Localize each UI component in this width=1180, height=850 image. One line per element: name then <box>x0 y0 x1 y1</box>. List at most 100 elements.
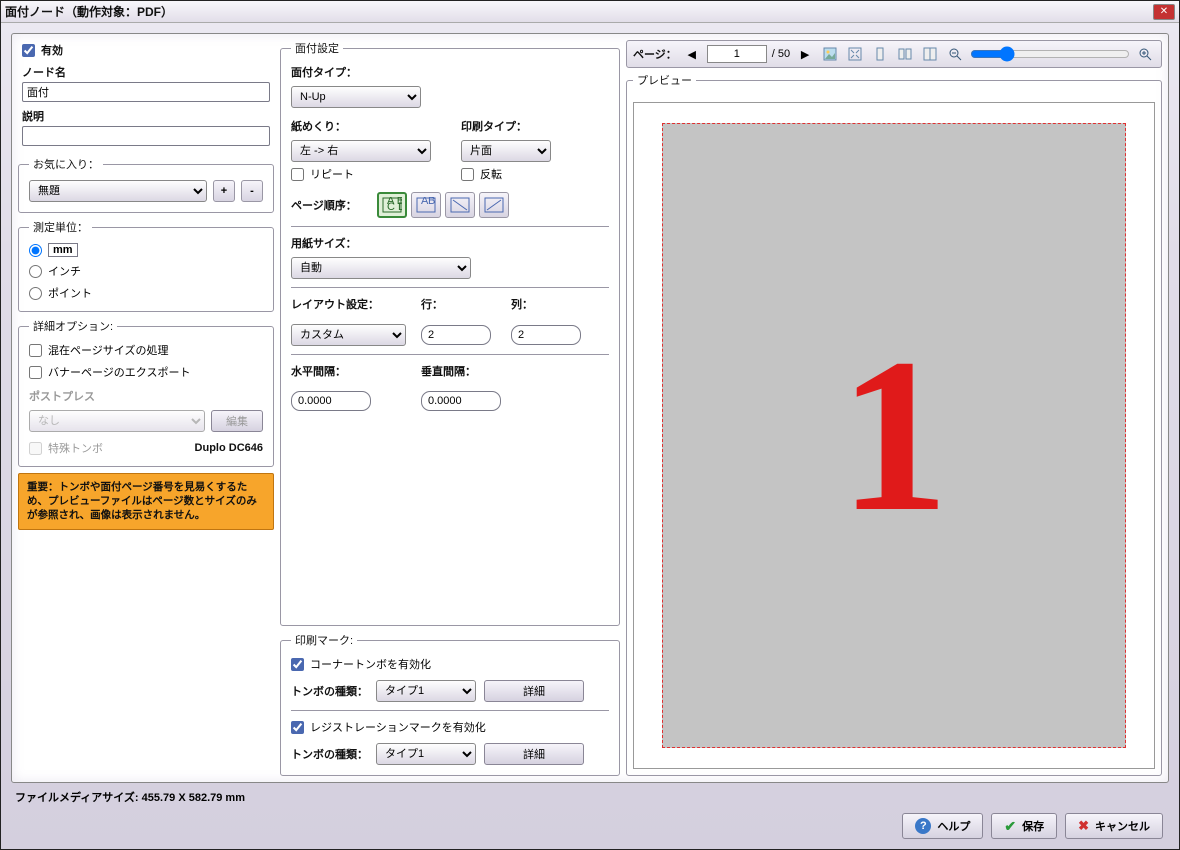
zoom-slider[interactable] <box>970 46 1130 62</box>
page-number-input[interactable] <box>707 45 767 63</box>
right-panel: ページ： ◀ / 50 ▶ プレビュー <box>626 40 1162 776</box>
corner-enable-checkbox[interactable] <box>291 658 304 671</box>
favorites-legend: お気に入り： <box>29 156 103 172</box>
page-total-label: / 50 <box>772 48 790 60</box>
save-button-label: 保存 <box>1022 818 1044 834</box>
node-name-label: ノード名 <box>22 64 270 80</box>
preview-page-number: 1 <box>839 309 949 562</box>
invert-label: 反転 <box>480 166 502 182</box>
dialog-window: 面付ノード（動作対象：PDF） ✕ 有効 ノード名 説明 <box>0 0 1180 850</box>
rows-label: 行： <box>421 296 501 312</box>
mixed-pages-label: 混在ページサイズの処理 <box>48 342 168 358</box>
mixed-pages-checkbox[interactable] <box>29 344 42 357</box>
registration-enable-row[interactable]: レジストレーションマークを有効化 <box>291 719 609 735</box>
help-icon: ? <box>915 818 931 834</box>
close-button[interactable]: ✕ <box>1153 4 1175 20</box>
preview-group: プレビュー 1 <box>626 72 1162 776</box>
registration-enable-label: レジストレーションマークを有効化 <box>310 719 486 735</box>
rows-input[interactable] <box>421 325 491 345</box>
layout-select[interactable]: カスタム <box>291 324 406 346</box>
corner-enable-row[interactable]: コーナートンボを有効化 <box>291 656 609 672</box>
zoom-in-icon[interactable] <box>1135 44 1155 64</box>
repeat-label: リピート <box>310 166 354 182</box>
left-panel: 有効 ノード名 説明 お気に入り： 無題 + <box>18 40 274 776</box>
page-label: ページ： <box>633 46 677 62</box>
show-image-icon[interactable] <box>820 44 840 64</box>
help-button[interactable]: ? ヘルプ <box>902 813 983 839</box>
cols-input[interactable] <box>511 325 581 345</box>
cols-label: 列： <box>511 296 591 312</box>
unit-inch-radio[interactable] <box>29 265 42 278</box>
hgap-label: 水平間隔： <box>291 363 411 379</box>
paper-size-select[interactable]: 自動 <box>291 257 471 279</box>
repeat-row[interactable]: リピート <box>291 166 431 182</box>
imposition-settings-group: 面付設定 面付タイプ： N-Up 紙めくり： 左 -> 右 <box>280 40 620 626</box>
unit-group: 測定単位： mm インチ ポイント <box>18 219 274 312</box>
registration-enable-checkbox[interactable] <box>291 721 304 734</box>
zoom-out-icon[interactable] <box>945 44 965 64</box>
mixed-pages-row[interactable]: 混在ページサイズの処理 <box>29 342 263 358</box>
favorites-select[interactable]: 無題 <box>29 180 207 202</box>
postpress-select: なし <box>29 410 205 432</box>
tombo-details-button-2[interactable]: 詳細 <box>484 743 584 765</box>
imposition-type-select[interactable]: N-Up <box>291 86 421 108</box>
enable-label: 有効 <box>41 42 63 58</box>
print-type-label: 印刷タイプ： <box>461 118 551 134</box>
hgap-input[interactable] <box>291 391 371 411</box>
window-title: 面付ノード（動作対象：PDF） <box>5 3 173 20</box>
favorite-add-button[interactable]: + <box>213 180 235 202</box>
two-page-icon[interactable] <box>895 44 915 64</box>
description-input[interactable] <box>22 126 270 146</box>
preview-page: 1 <box>662 123 1126 748</box>
repeat-checkbox[interactable] <box>291 168 304 181</box>
banner-export-row[interactable]: バナーページのエクスポート <box>29 364 263 380</box>
favorite-remove-button[interactable]: - <box>241 180 263 202</box>
unit-inch-row[interactable]: インチ <box>29 263 263 279</box>
unit-point-row[interactable]: ポイント <box>29 285 263 301</box>
invert-row[interactable]: 反転 <box>461 166 551 182</box>
grid-view-icon[interactable] <box>920 44 940 64</box>
enable-checkbox-row[interactable]: 有効 <box>22 42 270 58</box>
unit-mm-row[interactable]: mm <box>29 243 263 257</box>
svg-text:B: B <box>428 197 435 207</box>
cancel-button[interactable]: ✖ キャンセル <box>1065 813 1163 839</box>
prev-page-button[interactable]: ◀ <box>682 44 702 64</box>
fit-page-icon[interactable] <box>845 44 865 64</box>
invert-checkbox[interactable] <box>461 168 474 181</box>
preview-toolbar: ページ： ◀ / 50 ▶ <box>626 40 1162 68</box>
advanced-legend: 詳細オプション: <box>29 318 117 334</box>
unit-inch-label: インチ <box>48 263 81 279</box>
banner-export-checkbox[interactable] <box>29 366 42 379</box>
preview-viewport[interactable]: 1 <box>633 102 1155 769</box>
svg-text:C D: C D <box>387 201 402 213</box>
vgap-input[interactable] <box>421 391 501 411</box>
titlebar: 面付ノード（動作対象：PDF） ✕ <box>1 1 1179 23</box>
tombo-details-button-1[interactable]: 詳細 <box>484 680 584 702</box>
unit-point-radio[interactable] <box>29 287 42 300</box>
cancel-button-label: キャンセル <box>1095 818 1150 834</box>
tombo-kind-select-1[interactable]: タイプ1 <box>376 680 476 702</box>
print-type-select[interactable]: 片面 <box>461 140 551 162</box>
print-marks-group: 印刷マーク: コーナートンボを有効化 トンボの種類： タイプ1 詳細 レジストレ… <box>280 632 620 776</box>
imposition-type-label: 面付タイプ： <box>291 64 609 80</box>
feed-select[interactable]: 左 -> 右 <box>291 140 431 162</box>
page-order-option-1[interactable]: A BC D <box>377 192 407 218</box>
fit-width-icon[interactable] <box>870 44 890 64</box>
print-marks-legend: 印刷マーク: <box>291 632 357 648</box>
page-order-option-3[interactable] <box>445 192 475 218</box>
next-page-button[interactable]: ▶ <box>795 44 815 64</box>
unit-mm-radio[interactable] <box>29 244 42 257</box>
unit-mm-label: mm <box>48 243 78 257</box>
page-order-label: ページ順序： <box>291 197 357 213</box>
page-order-option-2[interactable]: AB <box>411 192 441 218</box>
page-order-option-4[interactable] <box>479 192 509 218</box>
enable-checkbox[interactable] <box>22 44 35 57</box>
feed-label: 紙めくり： <box>291 118 431 134</box>
help-button-label: ヘルプ <box>937 818 970 834</box>
node-name-input[interactable] <box>22 82 270 102</box>
cancel-icon: ✖ <box>1078 818 1089 834</box>
save-button[interactable]: ✔ 保存 <box>991 813 1057 839</box>
tombo-kind-select-2[interactable]: タイプ1 <box>376 743 476 765</box>
check-icon: ✔ <box>1004 818 1016 835</box>
corner-enable-label: コーナートンボを有効化 <box>310 656 431 672</box>
